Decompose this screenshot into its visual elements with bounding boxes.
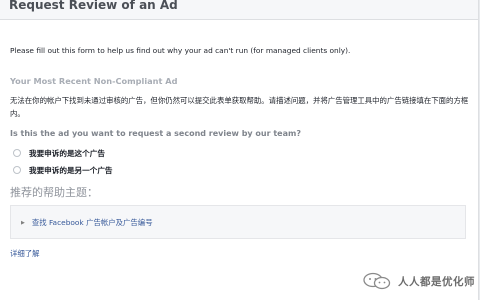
radio-option-this-ad[interactable]: 我要申诉的是这个广告 (13, 147, 105, 159)
watermark: 人人都是优化师 (362, 272, 475, 290)
radio-button[interactable] (13, 166, 21, 174)
help-topics-title: 推荐的帮助主题： (10, 186, 98, 199)
recent-ad-description: 无法在你的帐户下找到未通过审核的广告，但你仍然可以提交此表单获取帮助。请描述问题… (10, 96, 469, 118)
wechat-logo-icon (363, 272, 391, 290)
review-question: Is this the ad you want to request a sec… (10, 129, 301, 138)
recent-ad-title: Your Most Recent Non-Compliant Ad (10, 76, 178, 86)
help-topics-panel: ▶ 查找 Facebook 广告帐户及广告编号 (10, 205, 466, 239)
dialog-header: Request Review of an Ad (0, 0, 478, 20)
caret-right-icon: ▶ (21, 219, 25, 226)
radio-label: 我要申诉的是这个广告 (29, 148, 105, 158)
radio-option-another-ad[interactable]: 我要申诉的是另一个广告 (13, 164, 113, 176)
help-topic-link[interactable]: 查找 Facebook 广告帐户及广告编号 (32, 217, 153, 228)
radio-label: 我要申诉的是另一个广告 (29, 165, 113, 175)
radio-button[interactable] (13, 149, 21, 157)
help-topic-item[interactable]: ▶ 查找 Facebook 广告帐户及广告编号 (21, 217, 153, 228)
intro-text: Please fill out this form to help us fin… (10, 46, 351, 55)
learn-more-link[interactable]: 详细了解 (10, 248, 40, 259)
dialog-title: Request Review of an Ad (9, 0, 178, 12)
review-dialog: Request Review of an Ad Please fill out … (0, 0, 479, 300)
page: Request Review of an Ad Please fill out … (0, 0, 480, 300)
watermark-text: 人人都是优化师 (398, 275, 475, 288)
